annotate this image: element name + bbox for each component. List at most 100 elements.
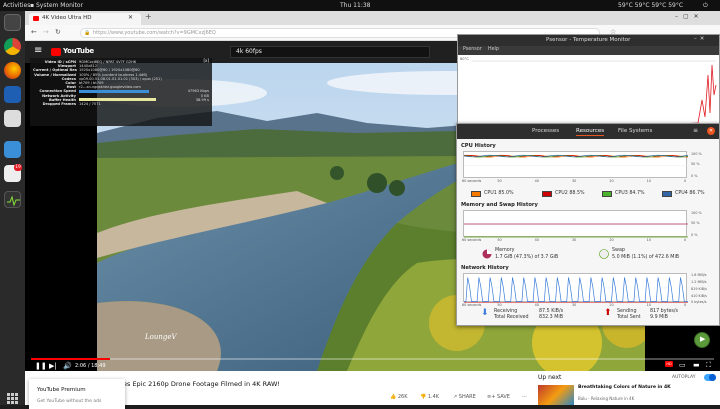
cpu2-swatch[interactable] [542,191,552,197]
firefox-icon[interactable] [4,62,21,79]
next-video-title[interactable]: Breathtaking Colors of Nature in 4K [578,385,718,390]
app-menu[interactable]: ▪ System Monitor [30,2,83,9]
menu-icon[interactable]: ≡ [34,45,42,56]
mem-axis-100: 100 % [691,211,702,215]
thunderbird-icon[interactable] [4,86,21,103]
updates-badge: 19 [14,164,22,171]
psensor-title: Psensor - Temperature Monitor [546,37,631,43]
time-tick: 30 [572,303,577,307]
sysmon-headerbar: Processes Resources File Systems ≡ ✕ [457,124,719,139]
new-tab-icon[interactable]: + [145,12,152,21]
tab-resources[interactable]: Resources [576,127,605,136]
clock[interactable]: Thu 11:38 [340,2,370,9]
miniplayer-icon[interactable]: ▭ [679,361,686,369]
save-button[interactable]: ≡+ SAVE [487,394,510,400]
system-monitor-window[interactable]: Processes Resources File Systems ≡ ✕ CPU… [456,123,720,326]
volume-icon[interactable]: 🔊 [63,362,72,370]
youtube-logo-icon[interactable] [51,48,61,56]
menu-psensor[interactable]: Psensor [463,47,482,52]
time-tick: 10 [646,179,651,183]
share-button[interactable]: ↗ SHARE [453,394,476,400]
mem-axis-0: 0 % [691,233,698,237]
receiving-line [464,277,688,302]
pause-icon[interactable]: ❚❚ [35,362,47,370]
cpu1-swatch[interactable] [471,191,481,197]
more-actions-icon[interactable]: ⋯ [522,394,527,400]
autoplay-toggle[interactable] [704,374,716,381]
forward-icon[interactable]: → [43,28,49,36]
total-received-label: Total Received [494,315,529,320]
video-title: es Epic 2160p Drone Footage Filmed in 4K… [123,380,280,388]
tab-processes[interactable]: Processes [532,127,559,135]
temperature-indicator[interactable]: 59°C 59°C 59°C 59°C [618,2,683,9]
next-video-icon[interactable]: ▶| [49,362,57,370]
next-video-thumbnail[interactable] [538,385,574,405]
network-history-title: Network History [461,265,509,271]
back-icon[interactable]: ← [31,28,37,36]
cpu4-swatch[interactable] [662,191,672,197]
buffer-health-bar [79,98,156,102]
system-monitor-dock-icon[interactable] [4,191,21,208]
psensor-window-controls[interactable]: –✕ [694,36,707,42]
menu-help[interactable]: Help [488,47,499,52]
cpu1-label: CPU1 85.0% [484,191,514,196]
tab-close-icon[interactable]: ✕ [128,14,133,21]
sysmon-close-icon[interactable]: ✕ [707,127,715,135]
dislike-button[interactable]: 👎 1.4K [420,394,439,400]
time-total: 18:49 [91,363,106,369]
dislike-count: 1.4K [427,394,440,400]
time-tick: 20 [609,238,614,242]
like-count: 26K [397,394,408,400]
time-tick: 60 seconds [462,303,482,307]
psensor-temperature-line [472,64,717,126]
time-tick: 10 [646,238,651,242]
memory-graph [463,210,688,238]
mem-axis-50: 50 % [691,221,700,225]
stats-row: Dropped Frames 1424 / 7571 [33,102,209,106]
stats-value: 38.99 s [195,97,209,102]
time-tick: 30 [572,238,577,242]
time-tick: 0 [684,179,687,183]
youtube-search-input[interactable]: 4k 60fps [230,46,430,58]
time-tick: 50 [497,303,502,307]
time-tick: 60 seconds [462,238,482,242]
activities-button[interactable]: Activities [3,2,30,9]
psensor-titlebar: Psensor - Temperature Monitor –✕ [458,35,719,46]
swap-pie-icon[interactable] [599,248,609,260]
time-tick: 20 [609,303,614,307]
stats-rows: Video ID / sCPN 9GMCxzJ6EQ / NPAT 4V7F G2… [33,60,209,106]
time-tick: 60 seconds [462,179,482,183]
chrome-icon[interactable] [4,38,21,55]
progress-bar[interactable] [31,358,714,360]
youtube-favicon-icon [33,16,39,21]
cpu-axis-0: 0 % [691,174,698,178]
screenshot-icon[interactable] [4,141,21,158]
psensor-window[interactable]: Psensor - Temperature Monitor –✕ Psensor… [457,34,720,134]
files-icon[interactable] [4,110,21,127]
power-icon[interactable]: ⏻ [703,2,708,9]
receiving-icon[interactable]: ⬇ [481,309,489,318]
show-apps-icon[interactable] [7,393,18,404]
psensor-menubar: Psensor Help [458,46,719,55]
cpu-graph [463,151,688,178]
memory-label: Memory [495,248,515,253]
sending-icon[interactable]: ⬆ [604,309,612,318]
browser-tab[interactable]: 4K Video Ultra HD ✕ [29,13,141,25]
time-tick: 50 [497,179,502,183]
terminal-icon[interactable] [4,14,21,31]
tab-file-systems[interactable]: File Systems [618,127,652,135]
sysmon-menu-icon[interactable]: ≡ [693,127,698,134]
reload-icon[interactable]: ↻ [55,28,61,36]
stats-close-icon[interactable]: [x] [204,58,210,63]
window-controls[interactable]: –▢✕ [675,13,704,20]
memory-pie-icon[interactable] [482,248,492,260]
overlay-play-icon[interactable]: ▶ [694,332,710,348]
memory-history-title: Memory and Swap History [461,202,538,208]
youtube-logo-text[interactable]: YouTube [63,47,94,55]
like-button[interactable]: 👍 26K [390,394,407,400]
dock: 19 [0,11,25,405]
settings-hd-icon[interactable]: HD [665,361,673,367]
fullscreen-icon[interactable]: ⛶ [706,361,711,370]
theater-icon[interactable]: ▬ [693,361,700,369]
cpu3-swatch[interactable] [602,191,612,197]
